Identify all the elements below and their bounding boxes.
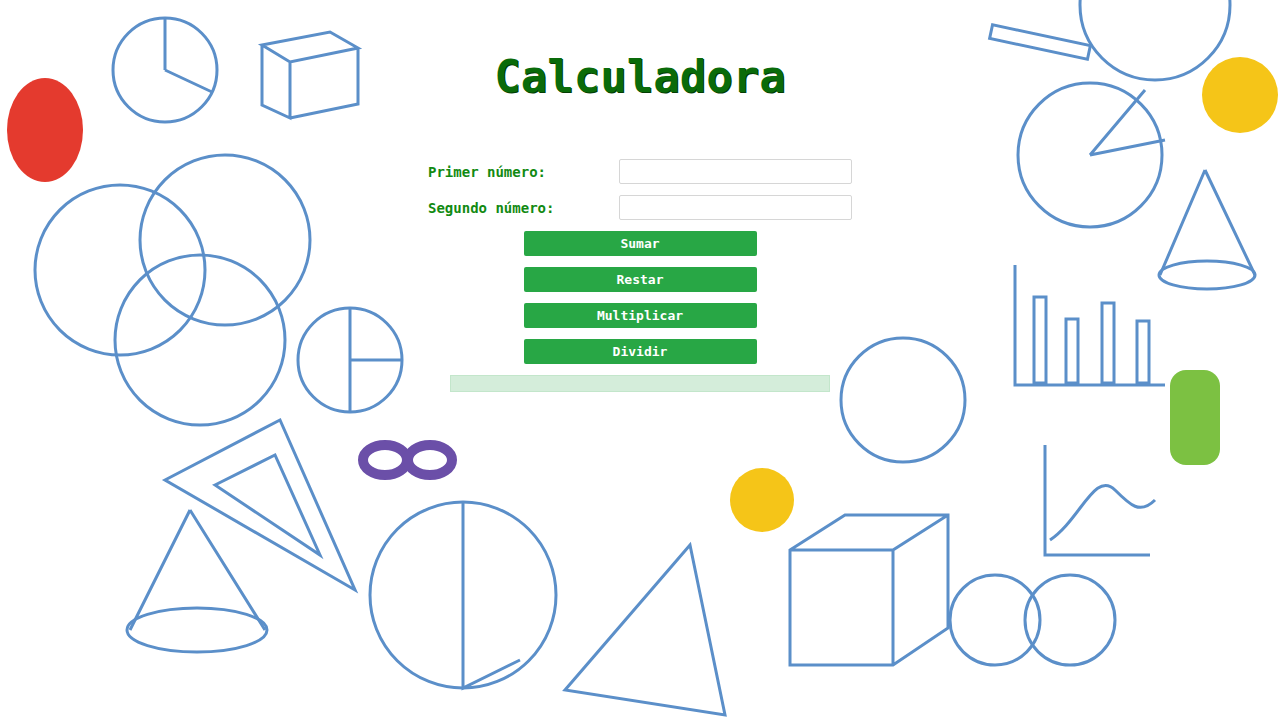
number-fields: Primer número: Segundo número: bbox=[428, 159, 852, 220]
field-label: Primer número: bbox=[428, 164, 619, 180]
operation-button[interactable]: Multiplicar bbox=[524, 303, 757, 328]
page-title: Calculadora bbox=[494, 52, 785, 102]
operation-button[interactable]: Sumar bbox=[524, 231, 757, 256]
operation-button[interactable]: Restar bbox=[524, 267, 757, 292]
field-label: Segundo número: bbox=[428, 200, 619, 216]
number-input[interactable] bbox=[619, 195, 852, 220]
calculator-form: Primer número: Segundo número: Sumar Restar… bbox=[428, 159, 852, 392]
result-box bbox=[450, 375, 830, 392]
calculator-page: Calculadora Primer número: Segundo número:… bbox=[0, 0, 1280, 720]
number-input[interactable] bbox=[619, 159, 852, 184]
operation-button[interactable]: Dividir bbox=[524, 339, 757, 364]
